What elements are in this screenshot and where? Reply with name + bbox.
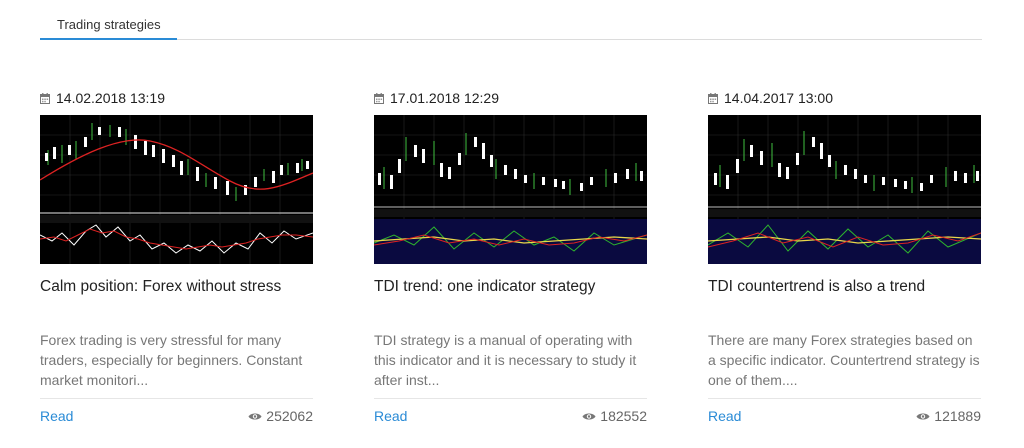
- article-thumbnail[interactable]: [708, 115, 981, 264]
- article-excerpt: Forex trading is very stressful for many…: [40, 332, 303, 388]
- tab-trading-strategies[interactable]: Trading strategies: [40, 12, 177, 40]
- chart-thumbnail-image: [374, 115, 647, 264]
- article-date-text: 17.01.2018 12:29: [390, 90, 499, 106]
- article-title[interactable]: TDI countertrend is also a trend: [708, 278, 981, 296]
- article-footer: Read 121889: [708, 398, 981, 434]
- article-date: 14.04.2017 13:00: [708, 88, 833, 108]
- article-excerpt: TDI strategy is a manual of operating wi…: [374, 332, 637, 388]
- article-thumbnail[interactable]: [40, 115, 313, 264]
- view-count: 252062: [248, 408, 313, 424]
- calendar-icon: [708, 92, 718, 104]
- article-date-text: 14.02.2018 13:19: [56, 90, 165, 106]
- read-link[interactable]: Read: [708, 408, 741, 424]
- eye-icon: [248, 408, 262, 424]
- calendar-icon: [40, 92, 50, 104]
- article-title[interactable]: TDI trend: one indicator strategy: [374, 278, 647, 296]
- chart-thumbnail-image: [708, 115, 981, 264]
- read-link[interactable]: Read: [374, 408, 407, 424]
- read-link[interactable]: Read: [40, 408, 73, 424]
- eye-icon: [916, 408, 930, 424]
- view-count: 121889: [916, 408, 981, 424]
- article-title[interactable]: Calm position: Forex without stress: [40, 278, 313, 296]
- view-count-text: 182552: [600, 408, 647, 424]
- view-count-text: 121889: [934, 408, 981, 424]
- article-footer: Read 182552: [374, 398, 647, 434]
- article-card: 14.04.2017 13:00 TDI countertrend is als…: [708, 88, 981, 434]
- article-excerpt: There are many Forex strategies based on…: [708, 332, 980, 388]
- view-count-text: 252062: [266, 408, 313, 424]
- chart-thumbnail-image: [40, 115, 313, 264]
- eye-icon: [582, 408, 596, 424]
- article-footer: Read 252062: [40, 398, 313, 434]
- article-date-text: 14.04.2017 13:00: [724, 90, 833, 106]
- calendar-icon: [374, 92, 384, 104]
- article-card: 14.02.2018 13:19 Calm position: Forex wi…: [40, 88, 313, 434]
- article-date: 14.02.2018 13:19: [40, 88, 165, 108]
- view-count: 182552: [582, 408, 647, 424]
- article-date: 17.01.2018 12:29: [374, 88, 499, 108]
- tab-bar: Trading strategies: [40, 12, 982, 40]
- article-thumbnail[interactable]: [374, 115, 647, 264]
- article-card: 17.01.2018 12:29 TDI trend: one indicato…: [374, 88, 647, 434]
